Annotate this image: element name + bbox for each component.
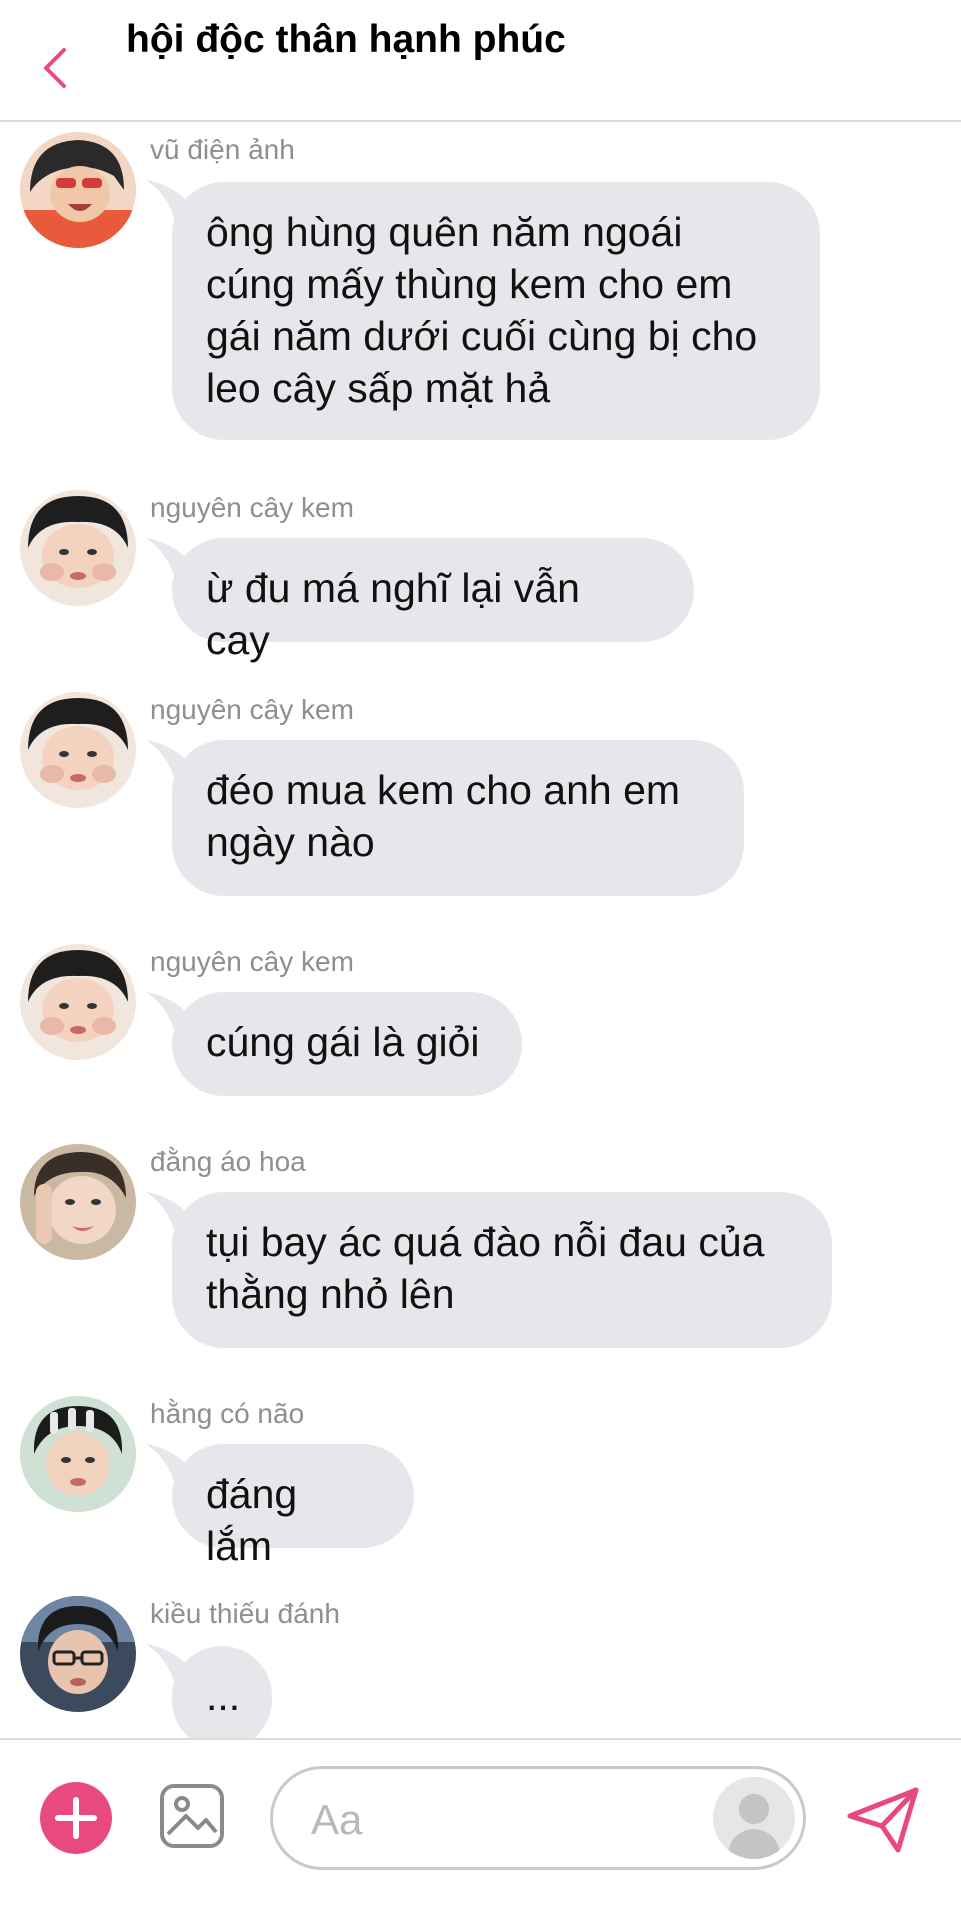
message-line: ngày nào (206, 819, 375, 865)
message-bubble[interactable]: đáng lắm (172, 1444, 414, 1569)
message-line: cúng mấy thùng kem cho em (206, 261, 733, 307)
image-button[interactable] (158, 1782, 226, 1850)
message-line: tụi bay ác quá đào nỗi đau của (206, 1219, 765, 1265)
sender-name: nguyên cây kem (150, 492, 354, 523)
message-line: cúng gái là giỏi (206, 1019, 480, 1065)
message-line: thằng nhỏ lên (206, 1271, 455, 1317)
avatar[interactable] (20, 1144, 136, 1260)
message-line: ... (206, 1673, 241, 1719)
avatar[interactable] (20, 692, 136, 808)
chevron-left-icon (44, 48, 66, 88)
profile-avatar-icon[interactable] (713, 1777, 795, 1859)
input-bar (0, 1738, 961, 1920)
message-line: đáng lắm (206, 1471, 298, 1569)
message-bubble[interactable]: đéo mua kem cho anh em ngày nào (172, 740, 744, 896)
message-bubble[interactable]: ông hùng quên năm ngoái cúng mấy thùng k… (172, 182, 820, 440)
avatar[interactable] (20, 490, 136, 606)
message-bubble[interactable]: tụi bay ác quá đào nỗi đau của thằng nhỏ… (172, 1192, 832, 1348)
image-icon (160, 1784, 224, 1848)
send-icon (847, 1787, 919, 1853)
avatar[interactable] (20, 1596, 136, 1712)
sender-name: nguyên cây kem (150, 946, 354, 977)
send-button[interactable] (846, 1786, 920, 1854)
message-input[interactable] (309, 1791, 673, 1849)
message-field[interactable] (270, 1766, 806, 1870)
message-line: đéo mua kem cho anh em (206, 767, 681, 813)
message-line: ông hùng quên năm ngoái (206, 209, 683, 255)
message-list[interactable]: vũ điện ảnh ông hùng quên năm ngoái cúng… (0, 122, 961, 1738)
avatar[interactable] (20, 944, 136, 1060)
plus-icon (55, 1797, 97, 1839)
message-line: gái năm dưới cuối cùng bị cho (206, 313, 758, 359)
message-bubble[interactable]: cúng gái là giỏi (172, 992, 522, 1096)
message-bubble[interactable]: ... (172, 1646, 272, 1738)
add-button[interactable] (40, 1782, 112, 1854)
avatar[interactable] (20, 1396, 136, 1512)
message-line: leo cây sấp mặt hả (206, 365, 551, 411)
message-line: ừ đu má nghĩ lại vẫn cay (206, 565, 580, 663)
sender-name: kiều thiếu đánh (150, 1598, 340, 1629)
avatar[interactable] (20, 132, 136, 248)
back-button[interactable] (36, 44, 76, 92)
sender-name: vũ điện ảnh (150, 134, 295, 165)
conversation-title[interactable]: hội độc thân hạnh phúc (126, 18, 566, 62)
chat-header: hội độc thân hạnh phúc (0, 0, 961, 122)
sender-name: hằng có não (150, 1398, 305, 1429)
sender-name: đằng áo hoa (150, 1146, 306, 1177)
message-bubble[interactable]: ừ đu má nghĩ lại vẫn cay (172, 538, 694, 663)
sender-name: nguyên cây kem (150, 694, 354, 725)
